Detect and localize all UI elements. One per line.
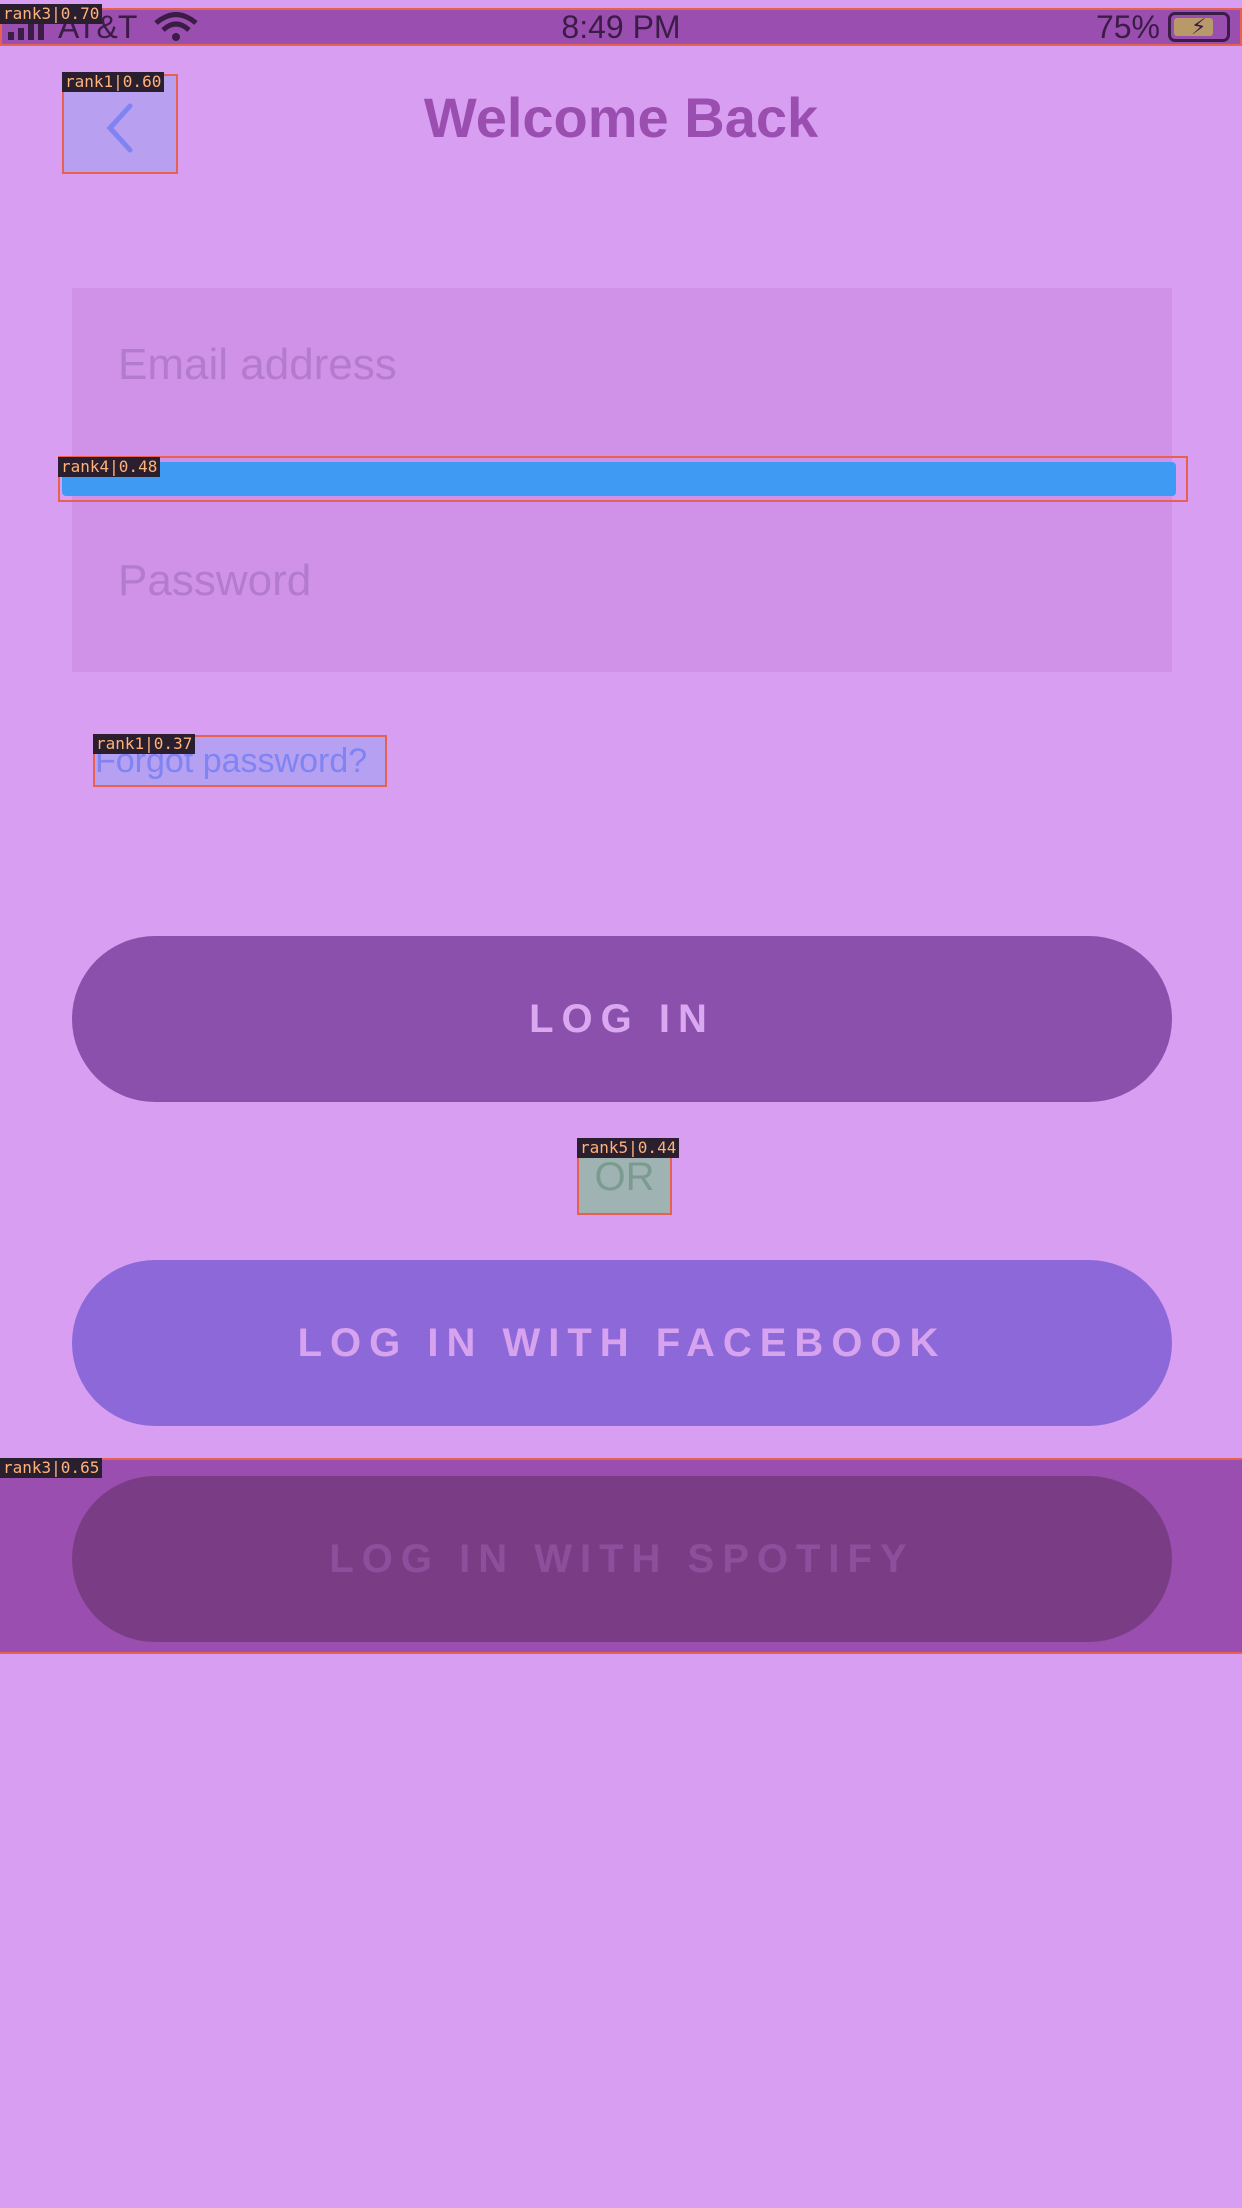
field-focus-indicator <box>58 456 1188 502</box>
password-field[interactable]: Password <box>118 556 311 606</box>
facebook-login-button[interactable]: LOG IN WITH FACEBOOK <box>72 1260 1172 1426</box>
annotation-label: rank5|0.44 <box>577 1138 680 1158</box>
clock-time: 8:49 PM <box>561 9 681 45</box>
annotation-label: rank1|0.37 <box>93 734 196 754</box>
battery-percent: 75% <box>1095 8 1160 45</box>
annotation-label: rank3|0.70 <box>0 4 103 24</box>
login-button[interactable]: LOG IN <box>72 936 1172 1102</box>
status-bar: AT&T 8:49 PM 75% ⚡ <box>0 8 1242 46</box>
annotation-label: rank4|0.48 <box>58 457 161 477</box>
annotation-label: rank3|0.65 <box>0 1458 103 1478</box>
email-field[interactable]: Email address <box>118 340 397 390</box>
battery-icon: ⚡ <box>1168 12 1230 42</box>
spotify-login-button[interactable]: LOG IN WITH SPOTIFY <box>72 1476 1172 1642</box>
page-title: Welcome Back <box>423 86 819 149</box>
